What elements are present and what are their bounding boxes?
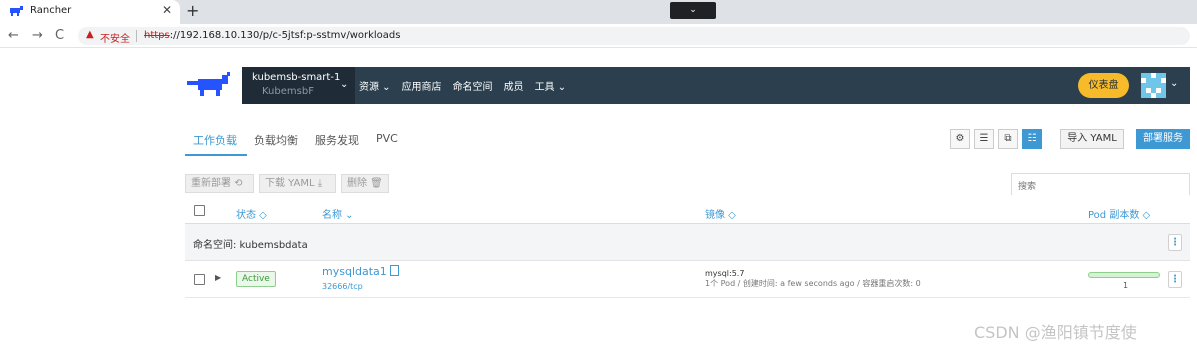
new-tab-icon[interactable]: + [186, 1, 199, 20]
deploy-button[interactable]: 部署服务 [1136, 129, 1190, 149]
identicon-icon [1141, 73, 1166, 98]
select-all-checkbox[interactable] [194, 205, 205, 216]
browser-tab-strip: Rancher ✕ + ⌄ [0, 0, 1197, 24]
browser-tab[interactable]: Rancher ✕ [0, 0, 180, 24]
workload-name-link[interactable]: mysqldata1 [322, 265, 399, 278]
status-badge: Active [236, 271, 276, 287]
url-scheme: https [144, 30, 170, 41]
workload-name: mysqldata1 [322, 265, 387, 278]
tab-close-icon[interactable]: ✕ [162, 3, 172, 17]
security-warning-label: 不安全 [100, 34, 130, 45]
avatar-chevron-icon[interactable]: ⌄ [1170, 78, 1178, 89]
cluster-project-picker[interactable]: kubemsb-smart-1 KubemsbF ⌄ [242, 67, 355, 104]
tab-load-balancing[interactable]: 负载均衡 [254, 132, 298, 148]
workload-subtabs: 工作负载 负载均衡 服务发现 PVC [193, 132, 415, 148]
search-input[interactable] [1012, 177, 1189, 197]
tab-workloads[interactable]: 工作负载 [193, 132, 237, 148]
forward-arrow-icon[interactable]: → [32, 28, 43, 43]
group-view-icon[interactable]: ⧉ [998, 129, 1018, 149]
rancher-header: kubemsb-smart-1 KubemsbF ⌄ 资源 ⌄ 应用商店 命名空… [185, 67, 1190, 104]
rancher-logo-icon [187, 72, 230, 96]
avatar[interactable] [1141, 73, 1166, 98]
nav-resources[interactable]: 资源 ⌄ [359, 78, 391, 93]
image-detail: 1个 Pod / 创建时间: a few seconds ago / 容器重启次… [705, 279, 921, 288]
nav-members[interactable]: 成员 [504, 78, 524, 93]
document-icon [389, 265, 399, 276]
workload-port-link[interactable]: 32666/tcp [322, 282, 363, 291]
image-name: mysql:5.7 [705, 269, 745, 278]
namespace-group-label: 命名空间: kubemsbdata [193, 240, 308, 251]
top-nav: 资源 ⌄ 应用商店 命名空间 成员 工具 ⌄ [359, 67, 577, 104]
row-menu-icon[interactable]: ⋮ [1168, 271, 1182, 288]
project-name: KubemsbF [262, 86, 314, 97]
tab-search-chevron-icon[interactable]: ⌄ [670, 2, 716, 19]
namespace-group-row: 命名空间: kubemsbdata ⋮ [185, 224, 1190, 261]
security-warning-icon: ▲ [86, 29, 94, 40]
url-separator [136, 30, 137, 42]
nav-tools[interactable]: 工具 ⌄ [535, 78, 567, 93]
tab-service-discovery[interactable]: 服务发现 [315, 132, 359, 148]
rancher-favicon-icon [10, 6, 23, 16]
chevron-down-icon: ⌄ [340, 79, 349, 90]
column-header-state[interactable]: 状态 ◇ [236, 206, 267, 221]
import-yaml-button[interactable]: 导入 YAML [1060, 129, 1124, 149]
table-row: ▶ Active mysqldata1 32666/tcp mysql:5.7 … [185, 261, 1190, 298]
nav-namespaces[interactable]: 命名空间 [453, 78, 493, 93]
redeploy-button[interactable]: 重新部署 ⟲ [185, 174, 254, 193]
column-header-pods[interactable]: Pod 副本数 ◇ [1088, 206, 1150, 221]
url-input[interactable]: ▲ 不安全 https://192.168.10.130/p/c-5jtsf:p… [78, 27, 1190, 45]
back-arrow-icon[interactable]: ← [8, 28, 19, 43]
list-view-icon[interactable]: ☰ [974, 129, 994, 149]
browser-address-bar: ← → C ▲ 不安全 https://192.168.10.130/p/c-5… [0, 24, 1197, 48]
tab-title: Rancher [30, 5, 72, 16]
watermark: CSDN @渔阳镇节度使 [974, 323, 1137, 342]
cluster-name: kubemsb-smart-1 [252, 72, 341, 83]
rancher-logo[interactable] [185, 67, 242, 104]
url-text: https://192.168.10.130/p/c-5jtsf:p-sstmv… [144, 30, 400, 41]
nav-catalog[interactable]: 应用商店 [402, 78, 442, 93]
search-box [1011, 173, 1190, 197]
group-menu-icon[interactable]: ⋮ [1168, 234, 1182, 251]
row-checkbox[interactable] [194, 274, 205, 285]
namespace-view-icon[interactable]: ☷ [1022, 129, 1042, 149]
delete-button[interactable]: 删除 🗑 [341, 174, 389, 193]
reload-icon[interactable]: C [55, 28, 64, 43]
active-tab-indicator [185, 154, 247, 156]
gear-view-icon[interactable]: ⚙ [950, 129, 970, 149]
pod-progress-bar [1088, 272, 1160, 278]
expand-row-icon[interactable]: ▶ [215, 273, 221, 282]
column-header-name[interactable]: 名称 ⌄ [322, 206, 354, 221]
pod-count: 1 [1123, 281, 1129, 290]
url-path: ://192.168.10.130/p/c-5jtsf:p-sstmv/work… [169, 30, 401, 41]
column-header-image[interactable]: 镜像 ◇ [705, 206, 736, 221]
download-yaml-button[interactable]: 下载 YAML ⤓ [259, 174, 336, 193]
dashboard-button[interactable]: 仪表盘 [1078, 73, 1129, 98]
tab-pvc[interactable]: PVC [376, 132, 398, 148]
